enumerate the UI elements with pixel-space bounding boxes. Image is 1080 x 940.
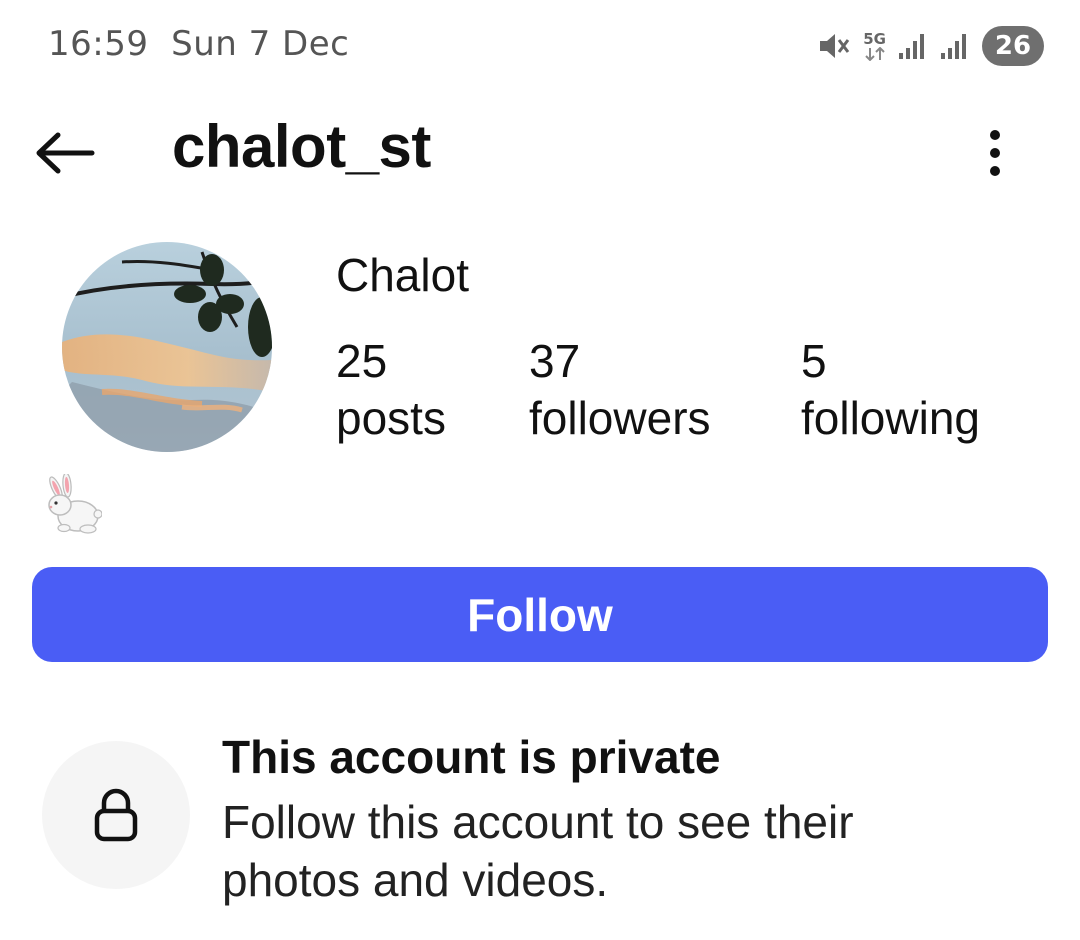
signal-icon (898, 31, 928, 61)
status-date: Sun 7 Dec (171, 24, 350, 64)
stat-posts-count: 25 (336, 335, 388, 387)
status-time: 16:59 (48, 24, 149, 64)
status-icons: 5G 26 (817, 24, 1044, 68)
stat-following[interactable]: 5 following (801, 334, 980, 448)
arrow-left-icon (36, 132, 95, 174)
stat-posts-label: posts (336, 392, 446, 444)
lock-badge (42, 741, 190, 889)
5g-icon: 5G (863, 31, 886, 61)
mute-icon (817, 29, 851, 63)
stat-posts[interactable]: 25 posts (336, 334, 446, 448)
signal-icon (940, 31, 970, 61)
follow-button[interactable]: Follow (32, 567, 1048, 662)
stat-following-label: following (801, 392, 980, 444)
status-clock: 16:59 Sun 7 Dec (48, 24, 349, 64)
stat-followers-count: 37 (529, 335, 581, 387)
more-vertical-icon (990, 130, 1000, 176)
private-account-title: This account is private (222, 731, 721, 783)
avatar[interactable] (62, 242, 272, 452)
stat-following-count: 5 (801, 335, 827, 387)
status-bar: 16:59 Sun 7 Dec 5G 26 (0, 0, 1080, 95)
profile-display-name: Chalot (336, 249, 469, 301)
battery-icon: 26 (982, 26, 1044, 66)
profile-username: chalot_st (172, 113, 431, 180)
lock-icon (94, 788, 138, 842)
stat-followers[interactable]: 37 followers (529, 334, 711, 448)
private-account-description: Follow this account to see their photos … (222, 796, 854, 906)
rabbit-emoji-icon (42, 472, 103, 536)
more-options-button[interactable] (970, 118, 1020, 188)
back-button[interactable] (30, 118, 100, 188)
battery-level: 26 (994, 31, 1032, 61)
stat-followers-label: followers (529, 392, 711, 444)
